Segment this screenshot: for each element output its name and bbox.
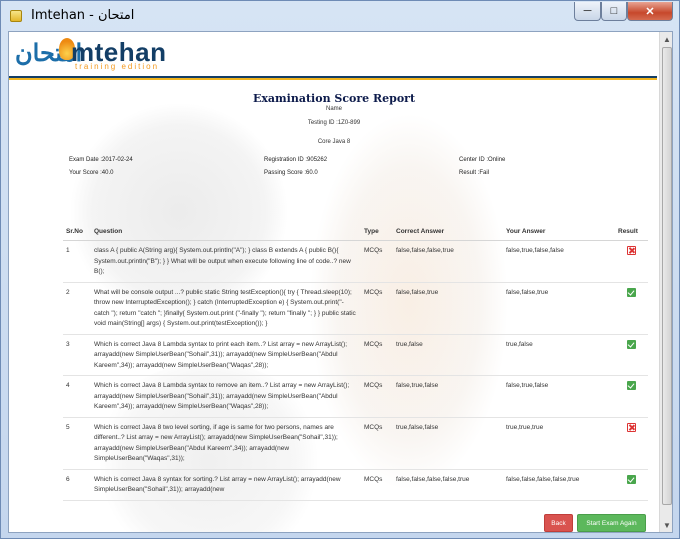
row-question: What will be console output ...? public … (91, 282, 361, 335)
start-exam-again-button[interactable]: Start Exam Again (577, 514, 646, 532)
row-question: Which is correct Java 8 Lambda syntax to… (91, 375, 361, 418)
row-your-answer: true,true,true (503, 417, 615, 470)
check-icon (627, 287, 636, 297)
row-result (615, 375, 648, 418)
candidate-name-label: Name (325, 106, 342, 112)
row-type: MCQs (361, 334, 393, 376)
row-sr: 3 (63, 334, 91, 376)
row-type: MCQs (361, 282, 393, 335)
row-result (615, 282, 648, 335)
maximize-icon: □ (610, 5, 618, 17)
table-row: 1 class A { public A(String arg){ System… (63, 240, 648, 283)
row-sr: 5 (63, 417, 91, 470)
row-correct-answer: false,true,false (393, 375, 503, 418)
cross-icon (627, 422, 636, 432)
header-result: Result (615, 224, 648, 241)
minimize-button[interactable]: ─ (574, 2, 601, 21)
row-correct-answer: true,false (393, 334, 503, 376)
exam-date: Exam Date :2017-02-24 (69, 157, 133, 163)
table-header-row: Sr.No Question Type Correct Answer Your … (63, 224, 648, 241)
row-question: Which is correct Java 8 two level sortin… (91, 417, 361, 470)
row-correct-answer: false,false,true (393, 282, 503, 335)
row-your-answer: false,false,true (503, 282, 615, 335)
report-title: Examination Score Report (252, 92, 416, 105)
close-icon: ✕ (645, 5, 655, 18)
row-result (615, 417, 648, 470)
header-correct-answer: Correct Answer (393, 224, 503, 241)
cross-icon (627, 246, 636, 255)
row-correct-answer: false,false,false,true (393, 240, 503, 283)
row-type: MCQs (361, 240, 393, 283)
row-type: MCQs (361, 469, 393, 501)
header-sr-no: Sr.No (63, 224, 91, 241)
table-row: 2 What will be console output ...? publi… (63, 282, 648, 335)
row-sr: 2 (63, 282, 91, 335)
result-status: Result :Fail (459, 170, 490, 176)
check-icon (627, 474, 636, 484)
row-sr: 1 (63, 240, 91, 283)
row-correct-answer: false,false,false,false,true (393, 469, 503, 501)
close-button[interactable]: ✕ (627, 2, 673, 21)
header-banner: امتحان mtehan training edition (9, 32, 657, 82)
row-question: class A { public A(String arg){ System.o… (91, 240, 361, 283)
row-result (615, 334, 648, 376)
vertical-scrollbar[interactable]: ▲ ▼ (659, 32, 672, 532)
app-icon (10, 10, 22, 22)
row-type: MCQs (361, 375, 393, 418)
back-button[interactable]: Back (544, 514, 573, 532)
title-bar[interactable]: Imtehan - امتحان ─ □ ✕ (1, 1, 679, 31)
row-your-answer: false,true,false (503, 375, 615, 418)
report-content: Examination Score Report Name Testing ID… (9, 82, 659, 532)
app-window: Imtehan - امتحان ─ □ ✕ امتحان mtehan tra… (0, 0, 680, 539)
row-your-answer: false,true,false,false (503, 240, 615, 283)
row-type: MCQs (361, 417, 393, 470)
table-row: 5 Which is correct Java 8 two level sort… (63, 417, 648, 470)
row-sr: 4 (63, 375, 91, 418)
header-divider-gold (9, 78, 657, 80)
scroll-down-icon[interactable]: ▼ (660, 518, 672, 532)
your-score: Your Score :40.0 (69, 170, 114, 176)
row-correct-answer: true,false,false (393, 417, 503, 470)
table-row: 4 Which is correct Java 8 Lambda syntax … (63, 375, 648, 418)
row-result (615, 240, 648, 283)
row-result (615, 469, 648, 501)
scroll-up-icon[interactable]: ▲ (660, 32, 672, 46)
header-question: Question (91, 224, 361, 241)
registration-id: Registration ID :905262 (264, 157, 328, 163)
scrollbar-thumb[interactable] (662, 47, 672, 505)
row-question: Which is correct Java 8 Lambda syntax to… (91, 334, 361, 376)
client-area: امتحان mtehan training edition Examinati… (8, 31, 673, 533)
row-your-answer: false,false,false,false,true (503, 469, 615, 501)
row-your-answer: true,false (503, 334, 615, 376)
row-sr: 6 (63, 469, 91, 501)
minimize-icon: ─ (583, 5, 592, 17)
window-title: Imtehan - امتحان (31, 8, 135, 23)
table-row: 3 Which is correct Java 8 Lambda syntax … (63, 334, 648, 376)
passing-score: Passing Score :60.0 (264, 170, 318, 176)
check-icon (627, 339, 636, 349)
header-your-answer: Your Answer (503, 224, 615, 241)
check-icon (627, 381, 636, 390)
maximize-button[interactable]: □ (601, 2, 627, 21)
center-id: Center ID :Online (459, 157, 506, 163)
table-row: 6 Which is correct Java 8 syntax for sor… (63, 469, 648, 501)
testing-id: Testing ID :1Z0-899 (307, 120, 361, 126)
row-question: Which is correct Java 8 syntax for sorti… (91, 469, 361, 501)
results-table: Sr.No Question Type Correct Answer Your … (63, 224, 648, 501)
header-type: Type (361, 224, 393, 241)
exam-name: Core Java 8 (317, 139, 351, 145)
logo-subtitle: training edition (75, 62, 160, 71)
